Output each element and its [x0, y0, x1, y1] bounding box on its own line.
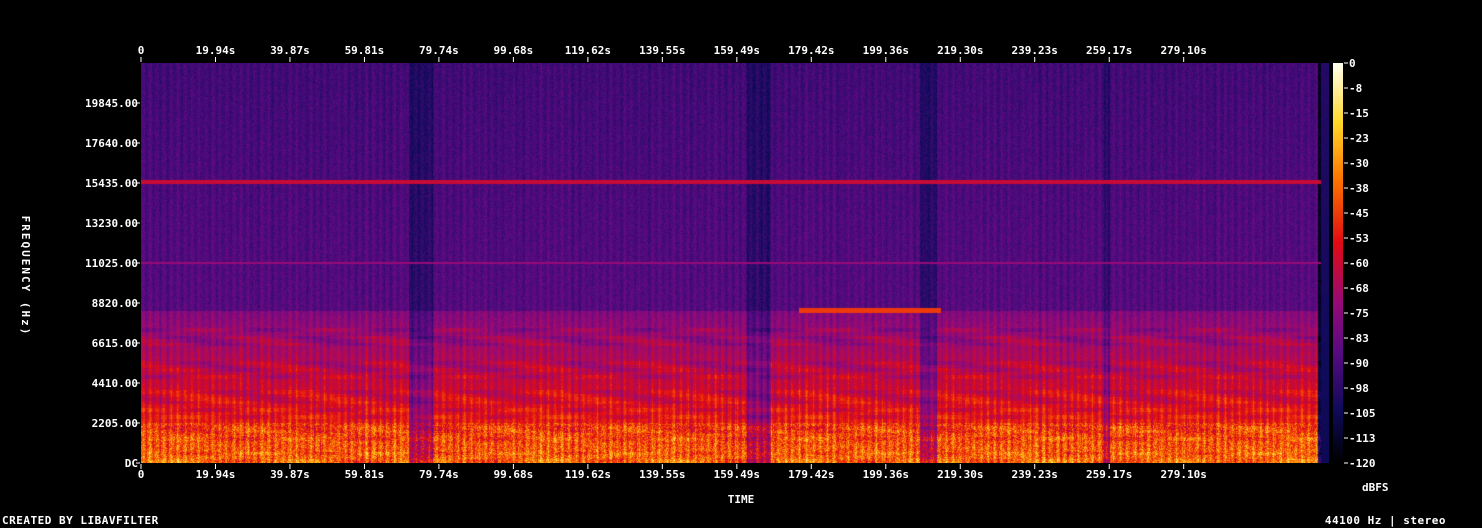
x-tick-label-top: 179.42s — [788, 44, 834, 57]
colorbar-tick-label: -8 — [1349, 82, 1362, 95]
y-tick-label: 6615.00 — [92, 337, 138, 350]
y-tick-label: 4410.00 — [92, 377, 138, 390]
colorbar-tick-label: -60 — [1349, 257, 1369, 270]
y-tick-label: 17640.00 — [85, 137, 138, 150]
x-tick-label-bottom: 279.10s — [1160, 468, 1206, 481]
x-tick-label-bottom: 59.81s — [345, 468, 385, 481]
x-tick-label-top: 219.30s — [937, 44, 983, 57]
y-tick-label: 13230.00 — [85, 217, 138, 230]
x-tick-label-top: 199.36s — [863, 44, 909, 57]
x-tick-label-bottom: 239.23s — [1012, 468, 1058, 481]
x-tick-label-bottom: 139.55s — [639, 468, 685, 481]
colorbar-tick-label: -30 — [1349, 157, 1369, 170]
colorbar-tick-label: -38 — [1349, 182, 1369, 195]
x-tick-label-top: 279.10s — [1160, 44, 1206, 57]
colorbar-tick-label: -113 — [1349, 432, 1376, 445]
colorbar-tick-label: -68 — [1349, 282, 1369, 295]
colorbar-tick-label: -83 — [1349, 332, 1369, 345]
x-tick-label-top: 259.17s — [1086, 44, 1132, 57]
colorbar-label: dBFS — [1362, 481, 1389, 494]
x-tick-label-bottom: 179.42s — [788, 468, 834, 481]
colorbar-tick-label: -45 — [1349, 207, 1369, 220]
colorbar-tick-label: -105 — [1349, 407, 1376, 420]
axes-overlay: 0 19.94s 39.87s 59.81s 79.74s 99.68s 119.62s 13… — [19, 44, 1389, 506]
x-tick-label-bottom: 39.87s — [270, 468, 310, 481]
colorbar-tick-label: -98 — [1349, 382, 1369, 395]
y-tick-label: DC — [125, 457, 138, 470]
colorbar-tick-label: -15 — [1349, 107, 1369, 120]
colorbar-tick-label: 0 — [1349, 57, 1356, 70]
x-tick-label-bottom: 199.36s — [863, 468, 909, 481]
colorbar-tick-label: -23 — [1349, 132, 1369, 145]
colorbar-ticks: 0 -8 -15 -23 -30 -38 -45 -53 -60 -68 -75 -83 -90 -98 -… — [1344, 57, 1376, 470]
x-tick-label-top: 19.94s — [196, 44, 236, 57]
x-tick-label-bottom: 159.49s — [714, 468, 760, 481]
x-tick-label-top: 99.68s — [494, 44, 534, 57]
x-tick-label-top: 79.74s — [419, 44, 459, 57]
x-tick-label-bottom: 0 — [138, 468, 145, 481]
colorbar-tick-label: -90 — [1349, 357, 1369, 370]
footer-credit: CREATED BY LIBAVFILTER — [2, 514, 159, 527]
spectrogram-figure: 0 19.94s 39.87s 59.81s 79.74s 99.68s 119.62s 13… — [0, 0, 1482, 528]
x-tick-label-top: 159.49s — [714, 44, 760, 57]
footer-audio-info: 44100 Hz | stereo — [1324, 514, 1446, 527]
x-tick-label-bottom: 259.17s — [1086, 468, 1132, 481]
x-tick-label-top: 119.62s — [565, 44, 611, 57]
x-tick-label-bottom: 219.30s — [937, 468, 983, 481]
x-ticks-top: 0 19.94s 39.87s 59.81s 79.74s 99.68s 119.62s 13… — [138, 44, 1207, 62]
y-tick-label: 11025.00 — [85, 257, 138, 270]
x-tick-label-bottom: 79.74s — [419, 468, 459, 481]
x-tick-label-top: 239.23s — [1012, 44, 1058, 57]
x-tick-label-bottom: 119.62s — [565, 468, 611, 481]
x-ticks-bottom: 0 19.94s 39.87s 59.81s 79.74s 99.68s 119.62s 13… — [138, 464, 1207, 481]
x-axis-label: TIME — [728, 493, 755, 506]
y-tick-label: 2205.00 — [92, 417, 138, 430]
x-tick-label-bottom: 19.94s — [196, 468, 236, 481]
colorbar-tick-label: -53 — [1349, 232, 1369, 245]
x-tick-label-top: 59.81s — [345, 44, 385, 57]
colorbar-tick-label: -120 — [1349, 457, 1376, 470]
y-tick-label: 19845.00 — [85, 97, 138, 110]
x-tick-label-top: 0 — [138, 44, 145, 57]
y-tick-label: 8820.00 — [92, 297, 138, 310]
x-tick-label-bottom: 99.68s — [494, 468, 534, 481]
x-tick-label-top: 39.87s — [270, 44, 310, 57]
x-tick-label-top: 139.55s — [639, 44, 685, 57]
colorbar-tick-label: -75 — [1349, 307, 1369, 320]
y-tick-label: 15435.00 — [85, 177, 138, 190]
y-ticks: DC 2205.00 4410.00 6615.00 8820.00 11025.00 13… — [85, 97, 140, 470]
y-axis-label: FREQUENCY (Hz) — [19, 216, 32, 337]
